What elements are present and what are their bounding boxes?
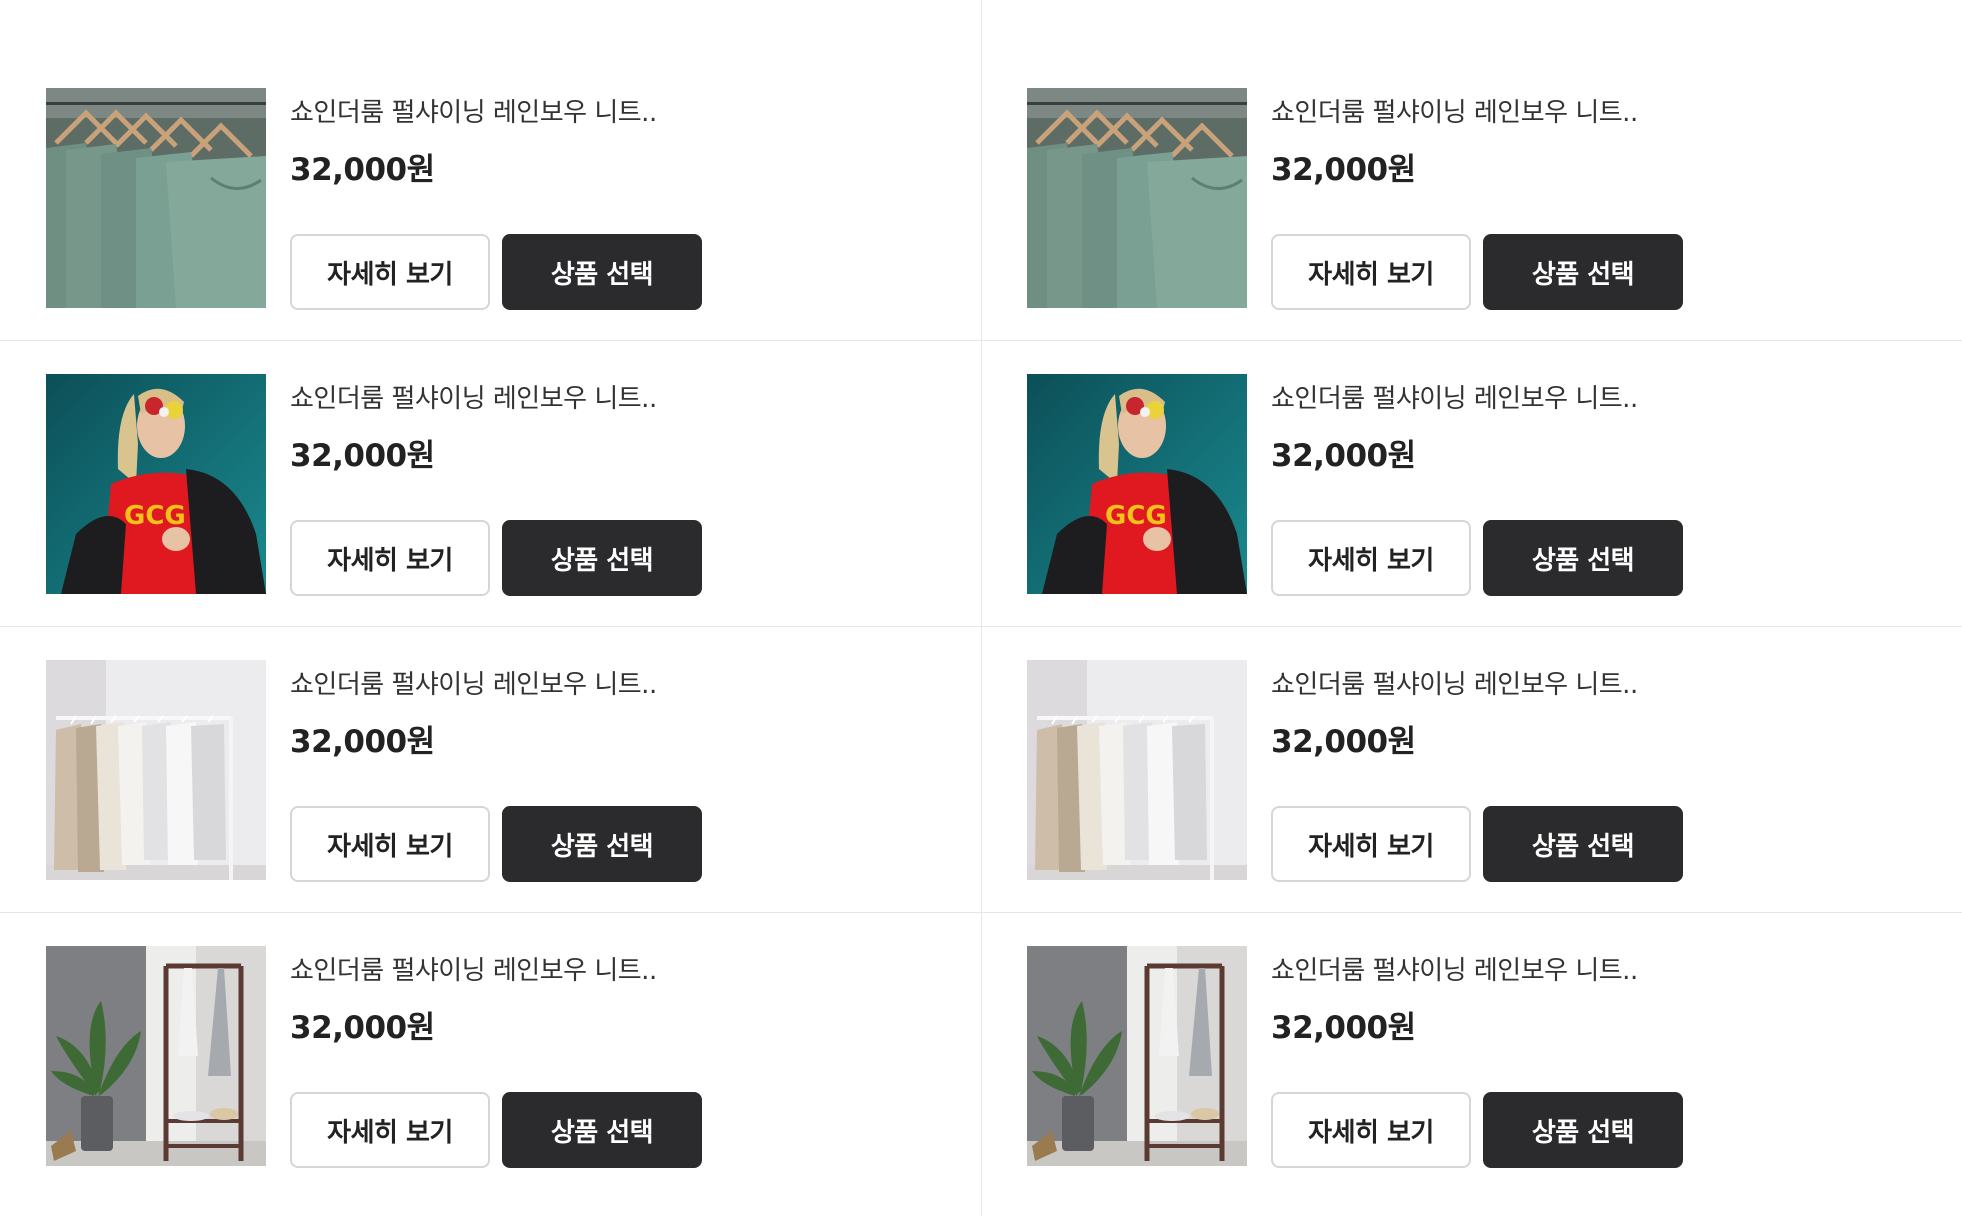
product-grid: 쇼인더룸 펄샤이닝 레인보우 니트.. 32,000원 자세히 보기 상품 선택: [0, 0, 1962, 1216]
product-card: GCG 쇼인더룸 펄샤이닝 레인보우 니트.. 32,000원 자세히 보기 상…: [0, 374, 960, 596]
product-price: 32,000원: [1271, 438, 1416, 474]
view-details-button[interactable]: 자세히 보기: [290, 234, 490, 310]
product-card: GCG 쇼인더룸 펄샤이닝 레인보우 니트.. 32,000원 자세히 보기 상…: [981, 374, 1941, 596]
select-product-button[interactable]: 상품 선택: [1483, 234, 1683, 310]
product-title[interactable]: 쇼인더룸 펄샤이닝 레인보우 니트..: [1271, 664, 1638, 701]
product-image[interactable]: [46, 946, 266, 1166]
product-title[interactable]: 쇼인더룸 펄샤이닝 레인보우 니트..: [290, 92, 657, 129]
view-details-button[interactable]: 자세히 보기: [290, 806, 490, 882]
product-price: 32,000원: [290, 724, 435, 760]
select-product-button[interactable]: 상품 선택: [1483, 806, 1683, 882]
select-product-button[interactable]: 상품 선택: [1483, 520, 1683, 596]
svg-text:GCG: GCG: [124, 501, 186, 531]
product-image[interactable]: [46, 88, 266, 308]
clothes-rack-image: [1027, 660, 1247, 880]
product-title[interactable]: 쇼인더룸 펄샤이닝 레인보우 니트..: [290, 378, 657, 415]
svg-text:GCG: GCG: [1105, 501, 1167, 531]
row-divider: [0, 340, 1962, 341]
product-image[interactable]: GCG: [1027, 374, 1247, 594]
woman-red-shirt-image: GCG: [46, 374, 266, 594]
product-title[interactable]: 쇼인더룸 펄샤이닝 레인보우 니트..: [1271, 92, 1638, 129]
product-price: 32,000원: [290, 1010, 435, 1046]
product-card: 쇼인더룸 펄샤이닝 레인보우 니트.. 32,000원 자세히 보기 상품 선택: [981, 660, 1941, 882]
product-price: 32,000원: [290, 152, 435, 188]
row-divider: [0, 626, 1962, 627]
green-tshirts-image: [1027, 88, 1247, 308]
clothes-rack-image: [46, 660, 266, 880]
select-product-button[interactable]: 상품 선택: [502, 234, 702, 310]
product-title[interactable]: 쇼인더룸 펄샤이닝 레인보우 니트..: [290, 664, 657, 701]
select-product-button[interactable]: 상품 선택: [502, 806, 702, 882]
view-details-button[interactable]: 자세히 보기: [1271, 1092, 1471, 1168]
green-tshirts-image: [46, 88, 266, 308]
room-rack-image: [1027, 946, 1247, 1166]
room-rack-image: [46, 946, 266, 1166]
product-price: 32,000원: [1271, 152, 1416, 188]
view-details-button[interactable]: 자세히 보기: [1271, 806, 1471, 882]
view-details-button[interactable]: 자세히 보기: [290, 1092, 490, 1168]
row-divider: [0, 912, 1962, 913]
product-image[interactable]: [46, 660, 266, 880]
product-image[interactable]: [1027, 946, 1247, 1166]
product-price: 32,000원: [1271, 1010, 1416, 1046]
product-image[interactable]: GCG: [46, 374, 266, 594]
product-image[interactable]: [1027, 88, 1247, 308]
view-details-button[interactable]: 자세히 보기: [1271, 234, 1471, 310]
product-card: 쇼인더룸 펄샤이닝 레인보우 니트.. 32,000원 자세히 보기 상품 선택: [0, 88, 960, 310]
product-card: 쇼인더룸 펄샤이닝 레인보우 니트.. 32,000원 자세히 보기 상품 선택: [0, 946, 960, 1168]
product-title[interactable]: 쇼인더룸 펄샤이닝 레인보우 니트..: [290, 950, 657, 987]
select-product-button[interactable]: 상품 선택: [1483, 1092, 1683, 1168]
view-details-button[interactable]: 자세히 보기: [290, 520, 490, 596]
woman-red-shirt-image: GCG: [1027, 374, 1247, 594]
product-title[interactable]: 쇼인더룸 펄샤이닝 레인보우 니트..: [1271, 378, 1638, 415]
product-price: 32,000원: [290, 438, 435, 474]
product-card: 쇼인더룸 펄샤이닝 레인보우 니트.. 32,000원 자세히 보기 상품 선택: [981, 946, 1941, 1168]
product-title[interactable]: 쇼인더룸 펄샤이닝 레인보우 니트..: [1271, 950, 1638, 987]
view-details-button[interactable]: 자세히 보기: [1271, 520, 1471, 596]
product-card: 쇼인더룸 펄샤이닝 레인보우 니트.. 32,000원 자세히 보기 상품 선택: [0, 660, 960, 882]
select-product-button[interactable]: 상품 선택: [502, 1092, 702, 1168]
product-card: 쇼인더룸 펄샤이닝 레인보우 니트.. 32,000원 자세히 보기 상품 선택: [981, 88, 1941, 310]
select-product-button[interactable]: 상품 선택: [502, 520, 702, 596]
product-price: 32,000원: [1271, 724, 1416, 760]
product-image[interactable]: [1027, 660, 1247, 880]
